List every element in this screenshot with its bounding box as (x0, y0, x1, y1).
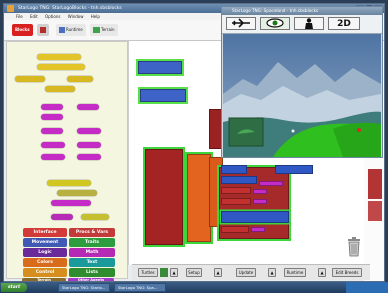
view-2d-button[interactable]: 2D (328, 17, 360, 30)
runtime-icon (59, 27, 65, 33)
palette-block[interactable] (57, 190, 97, 196)
palette-block[interactable] (51, 200, 91, 206)
expand-icon[interactable]: ▲ (170, 268, 178, 277)
palette-block[interactable] (41, 104, 63, 110)
aerial-view-button[interactable] (226, 17, 256, 30)
tab-blocks-logo[interactable]: Blocks (12, 24, 33, 36)
category-traits[interactable]: Traits (69, 238, 115, 247)
page-update[interactable]: Update (236, 268, 256, 277)
block-palette: Interface Procs & Vars Movement Traits L… (6, 41, 128, 279)
palette-block[interactable] (81, 214, 109, 220)
canvas-block[interactable] (221, 198, 251, 205)
system-tray (346, 282, 388, 293)
canvas-block[interactable] (275, 165, 313, 174)
palette-block[interactable] (67, 76, 93, 82)
category-control[interactable]: Control (23, 268, 67, 277)
expand-icon[interactable]: ▲ (268, 268, 276, 277)
spaceland-window: StarLogo TNG: Spaceland - tnh.sbsblocks … (221, 6, 383, 158)
setup-block[interactable] (145, 149, 183, 245)
eye-icon (266, 18, 284, 28)
canvas-block[interactable] (138, 61, 182, 74)
palette-block[interactable] (15, 76, 45, 82)
start-button[interactable]: start (1, 283, 27, 292)
tab-blocks[interactable] (37, 24, 49, 36)
canvas-block[interactable] (221, 211, 289, 223)
turtle-icon (160, 268, 168, 277)
taskbar: start StarLogo TNG: Starlo... StarLogo T… (0, 282, 388, 293)
terrain-icon (93, 27, 100, 33)
palette-block[interactable] (41, 128, 63, 134)
minimap-block (368, 201, 382, 221)
canvas-block[interactable] (221, 226, 249, 233)
category-procs-vars[interactable]: Procs & Vars (69, 228, 115, 237)
menu-edit[interactable]: Edit (30, 14, 38, 19)
person-icon (305, 18, 313, 29)
minimap-block (368, 169, 382, 199)
airplane-icon (232, 18, 250, 28)
palette-block[interactable] (77, 128, 101, 134)
menu-help[interactable]: Help (91, 14, 100, 19)
category-lists[interactable]: Lists (69, 268, 115, 277)
menu-window[interactable]: Window (68, 14, 84, 19)
palette-block[interactable] (51, 214, 73, 220)
category-logic[interactable]: Logic (23, 248, 67, 257)
trash-icon[interactable] (347, 237, 361, 257)
menu-options[interactable]: Options (45, 14, 60, 19)
palette-block[interactable] (77, 142, 101, 148)
canvas-block[interactable] (140, 89, 186, 102)
taskbar-item[interactable]: StarLogo TNG: Starlo... (58, 283, 110, 292)
palette-block[interactable] (41, 142, 65, 148)
viewer-toolbar: 2D (222, 15, 382, 34)
over-shoulder-view-button[interactable] (294, 17, 324, 30)
canvas-block[interactable] (221, 187, 251, 194)
edit-breeds-button[interactable]: Edit Breeds (332, 268, 362, 277)
expand-icon[interactable]: ▲ (214, 268, 222, 277)
taskbar-item[interactable]: StarLogo TNG: Spa... (114, 283, 166, 292)
tab-runtime[interactable]: Runtime (56, 24, 86, 36)
canvas-block[interactable] (253, 189, 267, 194)
category-text[interactable]: Text (69, 258, 115, 267)
turtle-eye-view-button[interactable] (260, 17, 290, 30)
palette-block[interactable] (77, 154, 101, 160)
palette-block[interactable] (41, 114, 63, 120)
canvas-block[interactable] (221, 165, 247, 174)
canvas-block[interactable] (187, 154, 211, 242)
expand-icon[interactable]: ▲ (318, 268, 326, 277)
blocks-icon (40, 27, 46, 33)
page-runtime[interactable]: Runtime (284, 268, 306, 277)
viewer-title: StarLogo TNG: Spaceland - tnh.sbsblocks (232, 8, 319, 13)
canvas-block[interactable] (259, 181, 283, 186)
palette-block[interactable] (45, 86, 75, 92)
palette-block[interactable] (41, 154, 65, 160)
page-setup[interactable]: Setup (186, 268, 202, 277)
category-interface[interactable]: Interface (23, 228, 67, 237)
category-math[interactable]: Math (69, 248, 115, 257)
palette-block[interactable] (37, 64, 85, 70)
canvas-block[interactable] (221, 176, 257, 184)
page-turtles[interactable]: Turtles (138, 268, 158, 277)
menu-file[interactable]: File (16, 14, 23, 19)
window-title: StarLogo TNG: StarLogoBlocks - tnh.sbsbl… (18, 6, 122, 11)
palette-block[interactable] (47, 180, 91, 186)
palette-block[interactable] (77, 104, 99, 110)
app-icon (7, 5, 14, 12)
tab-terrain[interactable]: Terrain (90, 24, 118, 36)
category-movement[interactable]: Movement (23, 238, 67, 247)
spaceland-3d-view[interactable] (223, 34, 381, 157)
canvas-block[interactable] (251, 227, 265, 232)
viewer-titlebar: StarLogo TNG: Spaceland - tnh.sbsblocks (222, 7, 382, 15)
category-colors[interactable]: Colors (23, 258, 67, 267)
palette-block[interactable] (37, 54, 81, 60)
canvas-block[interactable] (253, 199, 267, 204)
page-bar: Turtles ▲ Setup ▲ Update ▲ Runtime ▲ Edi… (132, 264, 370, 280)
